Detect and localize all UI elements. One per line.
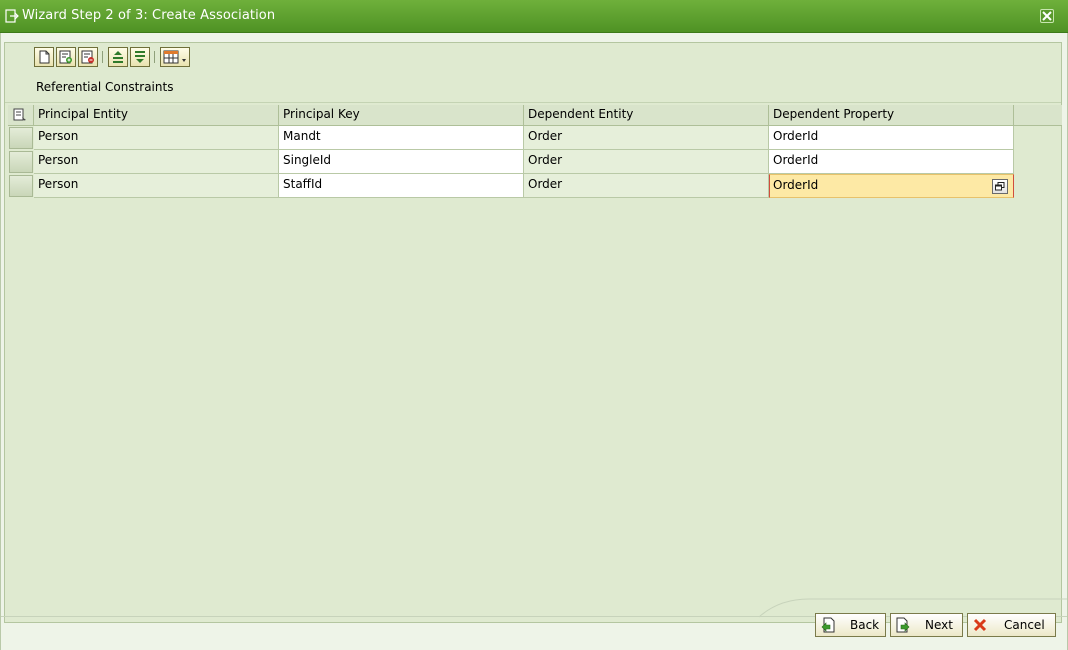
insert-row-icon — [59, 50, 72, 64]
sort-ascending-button[interactable] — [108, 47, 128, 67]
next-arrow-icon — [896, 617, 910, 633]
delete-row-icon — [81, 50, 94, 64]
filter-button[interactable] — [130, 47, 150, 67]
delete-row-button[interactable] — [78, 47, 98, 67]
section-label: Referential Constraints — [36, 80, 174, 94]
back-label: Back — [850, 618, 880, 632]
layout-button[interactable] — [160, 47, 190, 67]
row-selector[interactable] — [9, 127, 33, 149]
cancel-button[interactable]: Cancel — [967, 613, 1056, 637]
value-help-icon — [995, 182, 1005, 191]
dialog-frame: Referential Constraints Principal Entity… — [0, 33, 1068, 650]
table-cell[interactable]: StaffId — [279, 174, 524, 198]
back-button[interactable]: Back — [815, 613, 886, 637]
focused-table-cell[interactable]: OrderId — [769, 174, 1014, 198]
row-selector[interactable] — [9, 175, 33, 197]
column-header[interactable]: Dependent Entity — [524, 105, 769, 126]
new-entry-button[interactable] — [34, 47, 54, 67]
content-panel: Referential Constraints Principal Entity… — [4, 42, 1062, 623]
cancel-icon — [973, 618, 987, 632]
column-header-filler — [1014, 105, 1062, 126]
title-bar: Wizard Step 2 of 3: Create Association — [0, 0, 1068, 33]
table-cell: Order — [524, 150, 769, 174]
close-icon — [1042, 11, 1052, 21]
column-header[interactable]: Principal Entity — [34, 105, 279, 126]
close-window-button[interactable] — [1040, 9, 1054, 23]
divider — [5, 102, 1061, 103]
sort-ascending-icon — [113, 51, 123, 63]
row-selector[interactable] — [9, 151, 33, 173]
value-help-button[interactable] — [992, 179, 1008, 194]
next-label: Next — [925, 618, 953, 632]
table-cell: Order — [524, 174, 769, 198]
table-cell: Order — [524, 126, 769, 150]
table-cell: Person — [34, 126, 279, 150]
wizard-icon — [5, 9, 19, 23]
cancel-label: Cancel — [1004, 618, 1045, 632]
toolbar-separator — [102, 51, 103, 63]
back-arrow-icon — [821, 617, 835, 633]
toolbar-separator — [154, 51, 155, 63]
next-button[interactable]: Next — [890, 613, 963, 637]
table-cell: Person — [34, 150, 279, 174]
table-cell[interactable]: OrderId — [769, 126, 1014, 150]
table-cell[interactable]: OrderId — [769, 150, 1014, 174]
cell-value: OrderId — [773, 178, 819, 192]
column-select-icon — [13, 108, 26, 121]
select-all-button[interactable] — [8, 105, 34, 126]
insert-row-button[interactable] — [56, 47, 76, 67]
new-entry-icon — [39, 50, 50, 64]
table-cell[interactable]: SingleId — [279, 150, 524, 174]
window-title: Wizard Step 2 of 3: Create Association — [22, 8, 276, 23]
filter-icon — [135, 51, 145, 63]
column-header[interactable]: Dependent Property — [769, 105, 1014, 126]
column-header[interactable]: Principal Key — [279, 105, 524, 126]
table-cell[interactable]: Mandt — [279, 126, 524, 150]
layout-icon — [163, 50, 186, 64]
table-cell: Person — [34, 174, 279, 198]
